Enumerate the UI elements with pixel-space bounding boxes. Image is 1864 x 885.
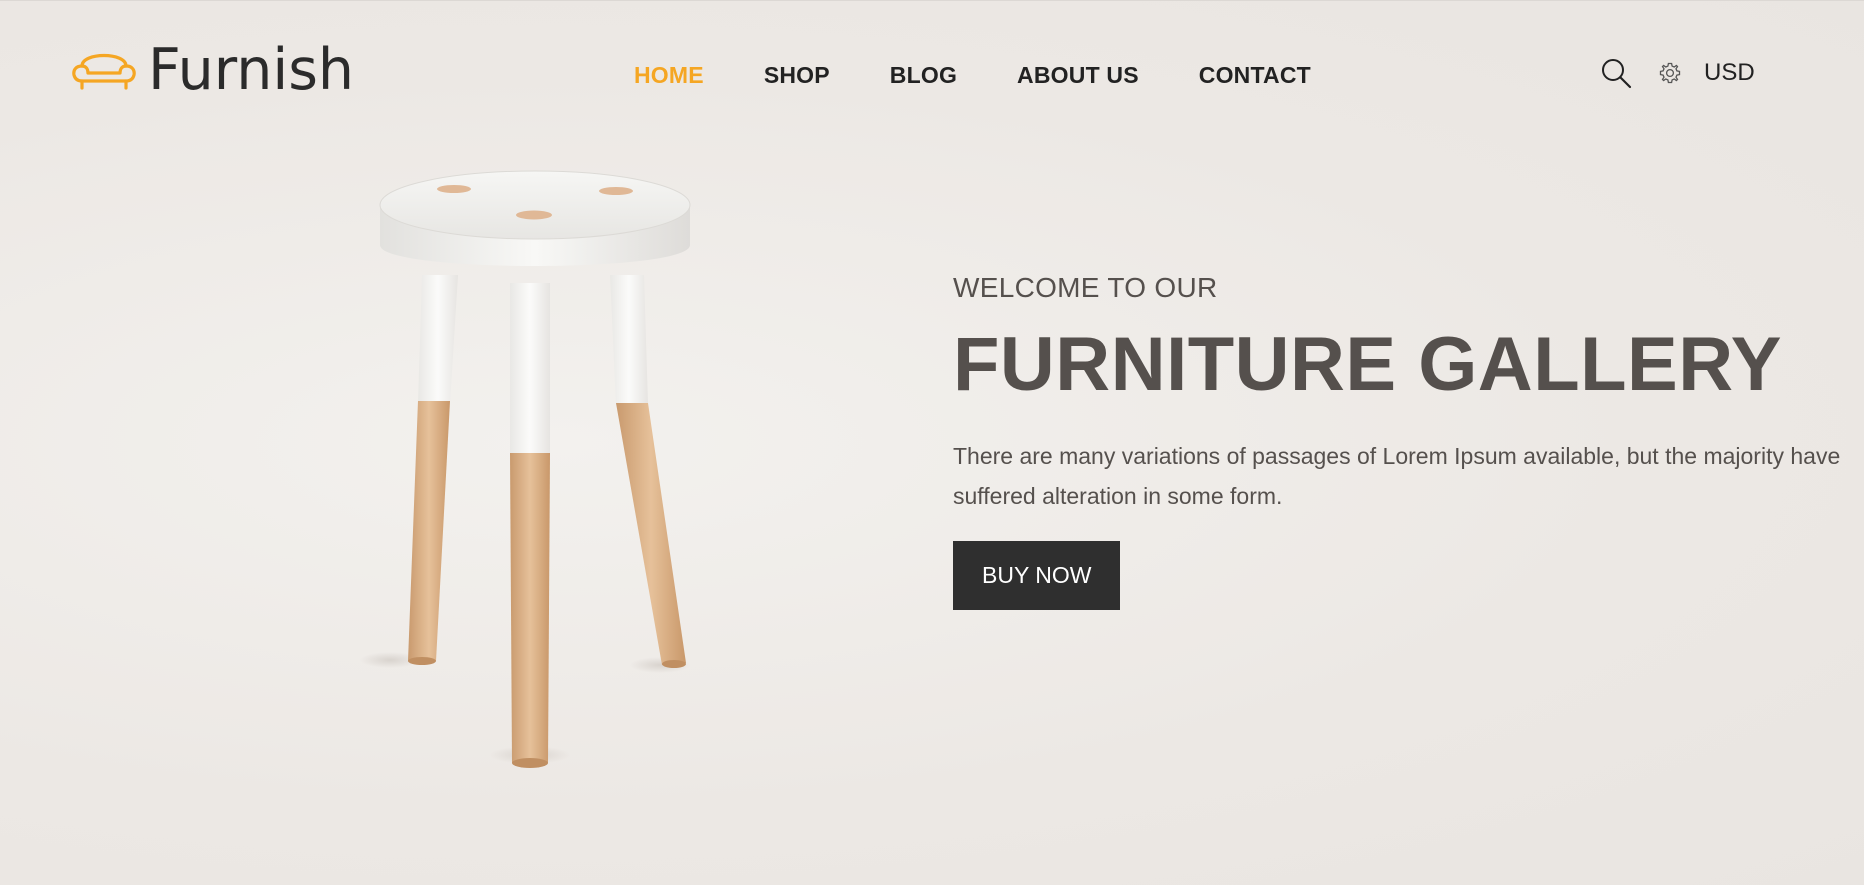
hero-title: FURNITURE GALLERY	[953, 322, 1782, 407]
top-divider	[0, 0, 1864, 1]
stool-image	[360, 170, 691, 768]
sofa-icon	[72, 54, 136, 90]
hero-section: WELCOME TO OUR FURNITURE GALLERY There a…	[953, 270, 1853, 610]
page: Furnish HOME SHOP BLOG ABOUT US CONTACT …	[0, 0, 1864, 885]
brand-logo[interactable]: Furnish	[70, 40, 354, 100]
buy-now-button[interactable]: BUY NOW	[953, 541, 1121, 610]
search-icon[interactable]	[1600, 57, 1632, 89]
nav-item-shop[interactable]: SHOP	[764, 60, 830, 90]
hero-subtitle: WELCOME TO OUR	[953, 272, 1218, 303]
nav-item-about-us[interactable]: ABOUT US	[1017, 60, 1139, 90]
main-nav: HOME SHOP BLOG ABOUT US CONTACT	[634, 60, 1371, 90]
currency-selector[interactable]: USD	[1704, 59, 1755, 87]
brand-name: Furnish	[148, 36, 355, 103]
gear-icon[interactable]	[1658, 61, 1682, 85]
hero-description: There are many variations of passages of…	[953, 443, 1841, 509]
nav-item-contact[interactable]: CONTACT	[1199, 60, 1311, 90]
header-tools: USD	[1600, 57, 1755, 89]
nav-item-blog[interactable]: BLOG	[890, 60, 957, 90]
nav-item-home[interactable]: HOME	[634, 60, 704, 90]
